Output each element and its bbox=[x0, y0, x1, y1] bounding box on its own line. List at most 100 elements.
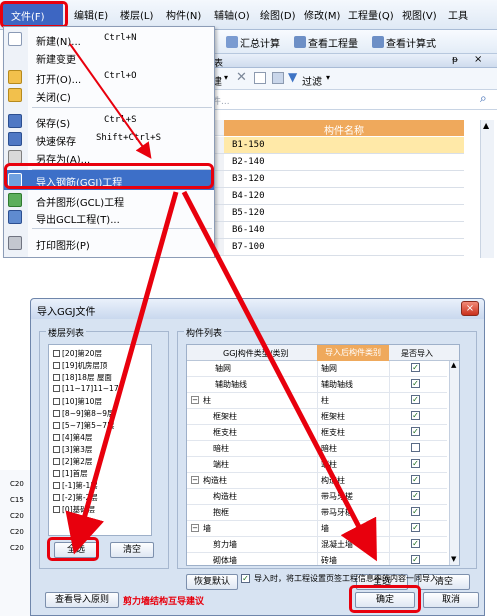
list-item[interactable]: B2-140 bbox=[224, 154, 464, 171]
list-item[interactable]: B4-120 bbox=[224, 188, 464, 205]
after-import-cell[interactable]: 柱 bbox=[321, 395, 329, 406]
floor-item[interactable]: [10]第10层 bbox=[53, 396, 102, 407]
import-settings-option[interactable]: ✓ 导入时，将工程设置页签工程信息中的内容一同导入 bbox=[241, 573, 481, 585]
after-import-cell[interactable]: 带马牙槎 bbox=[321, 491, 353, 502]
menu-floor[interactable]: 楼层(L) bbox=[120, 7, 153, 22]
checkbox[interactable] bbox=[53, 470, 60, 477]
floor-item[interactable]: [-1]第-1层 bbox=[53, 480, 98, 491]
import-checkbox[interactable]: ✓ bbox=[411, 395, 420, 404]
menu-edit[interactable]: 编辑(E) bbox=[74, 7, 108, 22]
scroll-up-icon[interactable]: ▲ bbox=[483, 121, 489, 130]
collapse-icon[interactable]: − bbox=[191, 396, 199, 404]
component-row[interactable]: 暗柱 暗柱 bbox=[187, 441, 447, 457]
component-row[interactable]: − 构造柱 构造柱 ✓ bbox=[187, 473, 447, 489]
floor-item[interactable]: [11~17]11~17 bbox=[53, 384, 119, 395]
floor-item[interactable]: [20]第20层 bbox=[53, 348, 102, 359]
column-header-component-name[interactable]: 构件名称 bbox=[224, 120, 464, 137]
menu-aux-axis[interactable]: 辅轴(O) bbox=[214, 7, 250, 22]
after-import-cell[interactable]: 框支柱 bbox=[321, 427, 345, 438]
delete-icon[interactable]: ✕ bbox=[236, 70, 247, 85]
floor-item[interactable]: [5~7]第5~7层 bbox=[53, 420, 115, 431]
cancel-button[interactable]: 取消 bbox=[423, 592, 479, 608]
after-import-cell[interactable]: 辅助轴线 bbox=[321, 379, 353, 390]
after-import-cell[interactable]: 轴网 bbox=[321, 363, 337, 374]
checkbox[interactable] bbox=[53, 362, 60, 369]
collapse-icon[interactable]: − bbox=[191, 476, 199, 484]
checkbox[interactable] bbox=[53, 385, 60, 392]
checkbox[interactable] bbox=[53, 458, 60, 465]
menu-item-new-change[interactable]: 新建变更 bbox=[4, 47, 214, 67]
rename-icon[interactable] bbox=[272, 72, 284, 84]
search-icon[interactable]: ⌕ bbox=[480, 91, 487, 106]
after-import-cell[interactable]: 端柱 bbox=[321, 459, 337, 470]
scroll-up-icon[interactable]: ▲ bbox=[451, 361, 456, 369]
import-checkbox[interactable]: ✓ bbox=[411, 475, 420, 484]
restore-default-button[interactable]: 恢复默认 bbox=[186, 574, 238, 590]
panel-close-icon[interactable]: × bbox=[474, 54, 482, 65]
menu-modify[interactable]: 修改(M) bbox=[304, 7, 340, 22]
component-row[interactable]: − 墙墙 ✓ bbox=[187, 521, 447, 537]
checkbox[interactable] bbox=[53, 398, 60, 405]
component-row[interactable]: − 柱柱 ✓ bbox=[187, 393, 447, 409]
import-checkbox[interactable]: ✓ bbox=[411, 507, 420, 516]
dropdown-arrow-icon[interactable]: ▾ bbox=[224, 73, 228, 82]
after-import-cell[interactable]: 混凝土墙 bbox=[321, 539, 353, 550]
component-row[interactable]: 端柱 端柱 ✓ bbox=[187, 457, 447, 473]
checkbox[interactable] bbox=[53, 446, 60, 453]
floor-item[interactable]: [-2]第-2层 bbox=[53, 492, 98, 503]
floor-item[interactable]: [3]第3层 bbox=[53, 444, 92, 455]
after-import-cell[interactable]: 砖墙 bbox=[321, 555, 337, 565]
after-import-cell[interactable]: 框架柱 bbox=[321, 411, 345, 422]
pin-icon[interactable]: ᵽ bbox=[452, 55, 458, 65]
floor-item[interactable]: [18]18层 屋面 bbox=[53, 372, 112, 383]
import-checkbox[interactable]: ✓ bbox=[411, 491, 420, 500]
column-header-after-import[interactable]: 导入后构件类别 bbox=[317, 345, 389, 361]
after-import-cell[interactable]: 构造柱 bbox=[321, 475, 345, 486]
checkbox[interactable] bbox=[53, 482, 60, 489]
menu-tools[interactable]: 工具 bbox=[448, 7, 468, 22]
menu-quantity[interactable]: 工程量(Q) bbox=[348, 7, 394, 22]
checkbox[interactable] bbox=[53, 494, 60, 501]
menu-item-save[interactable]: 保存(S) Ctrl+S bbox=[4, 111, 214, 131]
search-field[interactable]: 件... ⌕ bbox=[210, 90, 497, 110]
import-checkbox[interactable]: ✓ bbox=[411, 523, 420, 532]
floor-item[interactable]: [1]首层 bbox=[53, 468, 88, 479]
checkbox[interactable] bbox=[53, 350, 60, 357]
column-header-ggj-type[interactable]: GGJ构件类型/类别 bbox=[223, 348, 288, 359]
after-import-cell[interactable]: 带马牙槎 bbox=[321, 507, 353, 518]
after-import-cell[interactable]: 墙 bbox=[321, 523, 329, 534]
scroll-down-icon[interactable]: ▼ bbox=[451, 555, 456, 563]
checkbox[interactable] bbox=[53, 506, 60, 513]
floor-item[interactable]: [0]基础层 bbox=[53, 504, 95, 515]
list-item[interactable]: B5-120 bbox=[224, 205, 464, 222]
filter-dropdown-icon[interactable]: ▾ bbox=[326, 73, 330, 82]
component-row[interactable]: 抱框 带马牙槎 ✓ bbox=[187, 505, 447, 521]
import-checkbox[interactable]: ✓ bbox=[411, 379, 420, 388]
component-row[interactable]: 砌体墙 砖墙 ✓ bbox=[187, 553, 447, 565]
menu-view[interactable]: 视图(V) bbox=[402, 7, 437, 22]
import-checkbox[interactable]: ✓ bbox=[411, 539, 420, 548]
view-import-rules-button[interactable]: 查看导入原则 bbox=[45, 592, 119, 608]
component-row[interactable]: 剪力墙 混凝土墙 ✓ bbox=[187, 537, 447, 553]
component-row[interactable]: 轴网 轴网 ✓ bbox=[187, 361, 447, 377]
menu-draw[interactable]: 绘图(D) bbox=[260, 7, 296, 22]
view-quantity-button[interactable]: 查看工程量 bbox=[308, 35, 358, 50]
import-checkbox[interactable]: ✓ bbox=[411, 555, 420, 564]
column-header-import[interactable]: 是否导入 bbox=[401, 348, 433, 359]
close-button[interactable]: × bbox=[461, 301, 479, 316]
component-row[interactable]: 框架柱 框架柱 ✓ bbox=[187, 409, 447, 425]
import-checkbox[interactable] bbox=[411, 443, 420, 452]
component-row[interactable]: 构造柱 带马牙槎 ✓ bbox=[187, 489, 447, 505]
shear-wall-suggestion-link[interactable]: 剪力墙结构互导建议 bbox=[123, 594, 204, 607]
menu-item-close[interactable]: 关闭(C) bbox=[4, 85, 214, 105]
after-import-cell[interactable]: 暗柱 bbox=[321, 443, 337, 454]
view-formula-button[interactable]: 查看计算式 bbox=[386, 35, 436, 50]
floor-item[interactable]: [4]第4层 bbox=[53, 432, 92, 443]
floor-item[interactable]: [2]第2层 bbox=[53, 456, 92, 467]
list-item[interactable]: B3-120 bbox=[224, 171, 464, 188]
import-checkbox[interactable]: ✓ bbox=[411, 411, 420, 420]
checkbox[interactable] bbox=[53, 410, 60, 417]
menu-item-export-gcl[interactable]: 导出GCL工程(T)... bbox=[4, 207, 214, 227]
list-item[interactable]: B6-140 bbox=[224, 222, 464, 239]
list-item[interactable]: B1-150 bbox=[224, 137, 464, 154]
